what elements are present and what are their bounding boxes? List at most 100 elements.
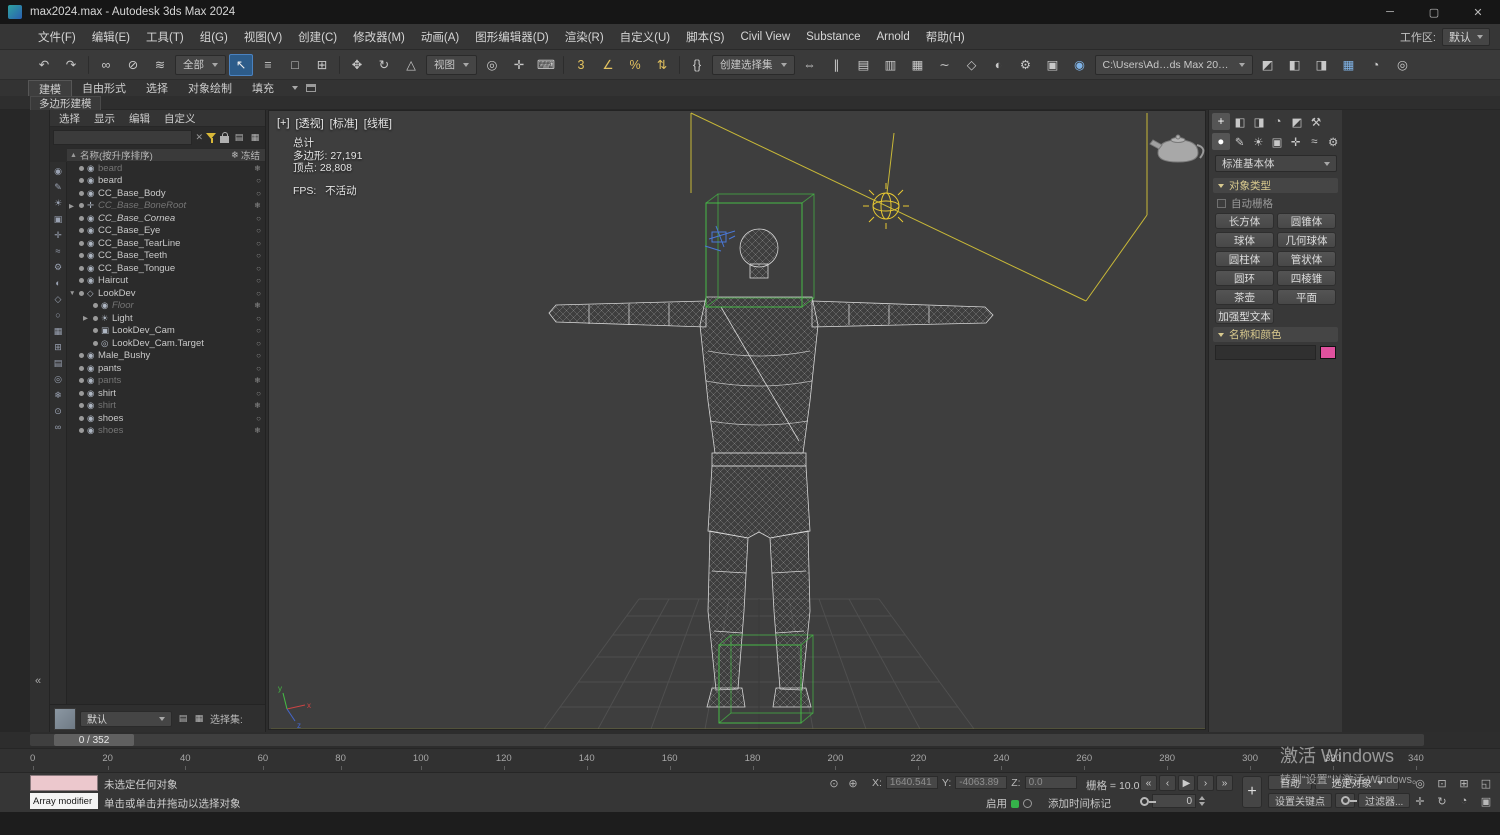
object-name[interactable]: beard (98, 175, 256, 186)
key-mode-icon[interactable] (1140, 796, 1156, 806)
filter-containers-icon[interactable]: ⊞ (51, 340, 66, 355)
select-and-move-icon[interactable]: ✥ (345, 54, 369, 76)
menu-views[interactable]: 视图(V) (236, 26, 290, 48)
ribbon-minimize-icon[interactable] (306, 84, 316, 92)
visibility-dot-icon[interactable] (79, 265, 84, 271)
unlink-selection-icon[interactable]: ⊘ (121, 54, 145, 76)
visibility-dot-icon[interactable] (79, 215, 84, 221)
filter-funnel-icon[interactable] (206, 132, 217, 144)
object-name[interactable]: CC_Base_TearLine (98, 238, 256, 249)
shapes-category[interactable]: ✎ (1231, 133, 1249, 150)
spinner-snap-icon[interactable]: ⇅ (650, 54, 674, 76)
undo-icon[interactable]: ↶ (32, 54, 56, 76)
lights-category[interactable]: ☀ (1249, 133, 1267, 150)
frozen-state-icon[interactable]: ○ (256, 264, 261, 273)
explorer-menu-edit[interactable]: 编辑 (122, 111, 157, 126)
viewport-layouts-icon[interactable]: ▦ (1337, 54, 1361, 76)
object-color-swatch[interactable] (54, 707, 76, 730)
curve-editor-icon[interactable]: ∼ (933, 54, 957, 76)
hierarchy-tab[interactable]: ◨ (1250, 113, 1268, 130)
explorer-row[interactable]: ◉ Male_Bushy ○ (67, 350, 265, 363)
visibility-dot-icon[interactable] (79, 428, 84, 434)
create-sphere-button[interactable]: 球体 (1215, 232, 1274, 248)
layers-icon[interactable]: ▦ (192, 712, 206, 726)
select-object-icon[interactable]: ↖ (229, 53, 253, 76)
frozen-state-icon[interactable]: ❄ (254, 426, 261, 435)
big-plus-button[interactable]: + (1242, 776, 1262, 808)
text-plus-button[interactable]: 加强型文本 (1215, 308, 1274, 324)
mirror-icon[interactable]: ⇔ (798, 54, 822, 76)
explorer-row[interactable]: ◉ beard ❄ (67, 162, 265, 175)
object-name[interactable]: Floor (112, 300, 254, 311)
modify-tab[interactable]: ◧ (1231, 113, 1249, 130)
explorer-row[interactable]: ▼ ◇ LookDev ○ (67, 287, 265, 300)
explorer-menu-display[interactable]: 显示 (87, 111, 122, 126)
project-folder-dropdown[interactable]: C:\Users\Ad…ds Max 202… (1094, 54, 1253, 75)
ribbon-tab-populate[interactable]: 填充 (242, 80, 284, 96)
align-icon[interactable]: ∥ (825, 54, 849, 76)
menu-file[interactable]: 文件(F) (30, 26, 84, 48)
maxscript-mini-listener-pink[interactable] (30, 775, 98, 791)
viewport-menu-general[interactable]: [+] (277, 117, 290, 129)
object-name[interactable]: CC_Base_Tongue (98, 263, 256, 274)
object-name[interactable]: pants (98, 375, 254, 386)
workspace-dropdown[interactable]: 默认 (1442, 27, 1490, 46)
display-tab[interactable]: ◩ (1288, 113, 1306, 130)
menu-graph-editors[interactable]: 图形编辑器(D) (467, 26, 556, 48)
key-filters-button[interactable]: 过滤器... (1358, 793, 1411, 808)
go-to-end-button[interactable]: » (1216, 775, 1233, 791)
fullscreen-icon[interactable]: ▣ (1476, 793, 1496, 809)
named-sets-icon[interactable]: ▤ (176, 712, 190, 726)
expand-arrow-icon[interactable]: ▼ (69, 290, 78, 297)
explorer-menu-select[interactable]: 选择 (52, 111, 87, 126)
selection-lock-icon[interactable]: ⊕ (845, 776, 861, 791)
explorer-row[interactable]: ◉ CC_Base_Cornea ○ (67, 212, 265, 225)
frozen-state-icon[interactable]: ○ (256, 326, 261, 335)
object-name[interactable]: CC_Base_Cornea (98, 213, 256, 224)
menu-customize[interactable]: 自定义(U) (612, 26, 678, 48)
maximize-viewport-toggle-icon[interactable]: ◱ (1476, 775, 1496, 791)
visibility-dot-icon[interactable] (79, 403, 84, 409)
time-slider-track[interactable]: 0 / 352 (30, 734, 1424, 746)
expand-arrow-icon[interactable]: ▶ (69, 202, 78, 210)
menu-civil-view[interactable]: Civil View (732, 26, 798, 48)
primitive-category-dropdown[interactable]: 标准基本体 (1215, 155, 1337, 172)
frozen-state-icon[interactable]: ○ (256, 239, 261, 248)
visibility-dot-icon[interactable] (79, 365, 84, 371)
explorer-options-icon[interactable]: ▤ (232, 131, 246, 145)
visibility-dot-icon[interactable] (79, 415, 84, 421)
maxscript-mini-listener-white[interactable]: Array modifier (30, 793, 98, 809)
visibility-dot-icon[interactable] (79, 353, 84, 359)
lock-icon[interactable] (220, 132, 229, 143)
create-plane-button[interactable]: 平面 (1277, 289, 1336, 305)
frozen-state-icon[interactable]: ❄ (254, 201, 261, 210)
menu-group[interactable]: 组(G) (192, 26, 236, 48)
render-setup-icon[interactable]: ⚙ (1014, 54, 1038, 76)
rendered-frame-window-icon[interactable]: ▣ (1041, 54, 1065, 76)
set-key-button[interactable]: 设置关键点 (1268, 793, 1332, 808)
explorer-row[interactable]: ◉ pants ❄ (67, 375, 265, 388)
menu-arnold[interactable]: Arnold (868, 26, 917, 48)
frozen-state-icon[interactable]: ○ (256, 176, 261, 185)
viewport-menu-standard[interactable]: [标准] (330, 115, 358, 131)
filter-helpers-icon[interactable]: ✛ (51, 228, 66, 243)
play-button[interactable]: ▶ (1178, 775, 1195, 791)
filter-frozen-icon[interactable]: ❄ (51, 388, 66, 403)
object-name[interactable]: pants (98, 363, 256, 374)
frozen-state-icon[interactable]: ❄ (254, 376, 261, 385)
filter-geometry-icon[interactable]: ◉ (51, 164, 66, 179)
frozen-state-icon[interactable]: ○ (256, 351, 261, 360)
visibility-dot-icon[interactable] (79, 165, 84, 171)
auto-key-button[interactable]: 自动 (1268, 775, 1312, 790)
select-by-name-icon[interactable]: ≡ (256, 54, 280, 76)
name-column-header[interactable]: 名称(按升序排序) (80, 148, 153, 162)
create-cylinder-button[interactable]: 圆柱体 (1215, 251, 1274, 267)
frozen-state-icon[interactable]: ○ (256, 289, 261, 298)
x-coordinate-field[interactable]: 1640.541 (885, 776, 938, 789)
previous-frame-button[interactable]: ‹ (1159, 775, 1176, 791)
time-tag-enable[interactable]: 启用 (986, 796, 1032, 811)
expand-arrow-icon[interactable]: ▶ (83, 314, 92, 322)
explorer-columns-icon[interactable]: ▦ (248, 131, 262, 145)
render-production-icon[interactable]: ◉ (1068, 54, 1092, 76)
viewport[interactable]: x y z [+] [透视] [标准] [线框] 总计 多边形: 27,191 … (268, 110, 1206, 730)
